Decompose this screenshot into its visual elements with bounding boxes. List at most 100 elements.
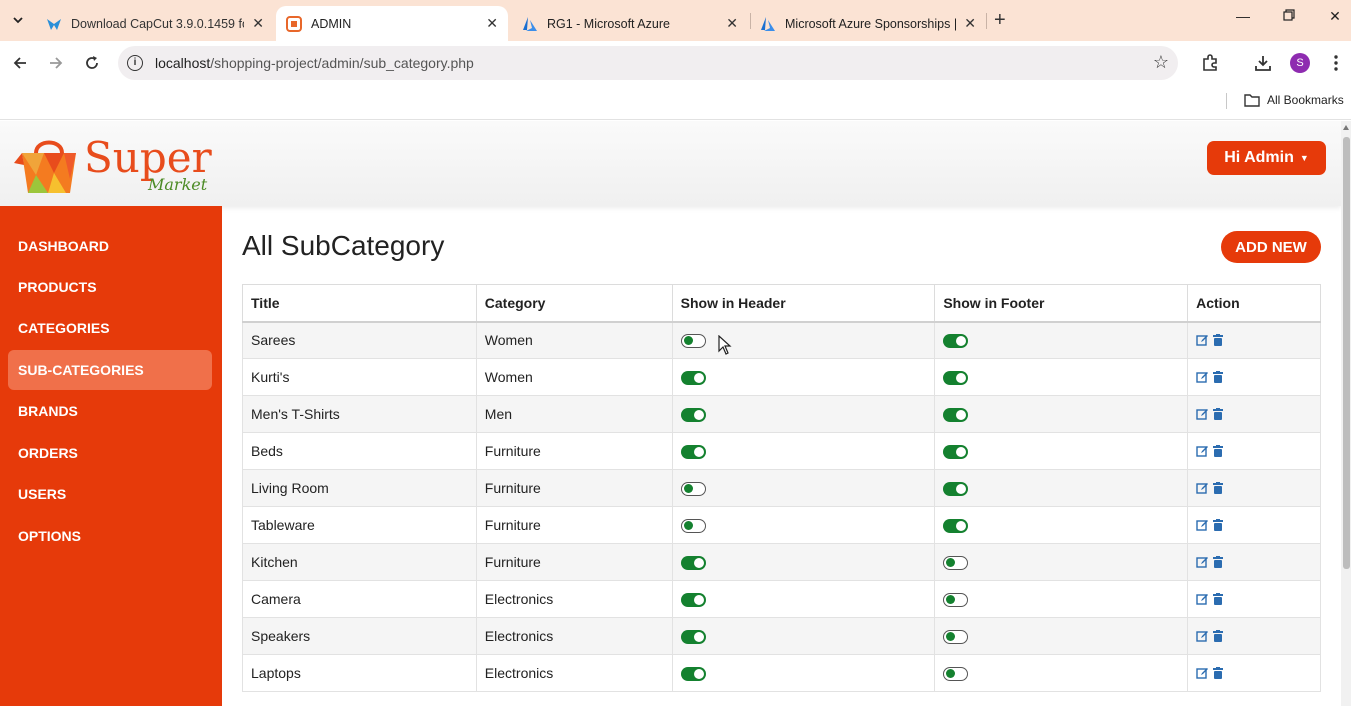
trash-icon[interactable] [1213,444,1224,460]
show-in-header-toggle[interactable] [680,667,706,682]
extensions-button[interactable] [1199,52,1221,74]
arrow-left-icon [13,57,26,69]
edit-icon[interactable] [1196,333,1209,349]
edit-icon[interactable] [1196,555,1209,571]
edit-icon[interactable] [1196,592,1209,608]
show-in-footer-toggle[interactable] [943,556,969,571]
close-icon[interactable]: ✕ [486,15,498,32]
tab-search-button[interactable] [6,9,30,31]
restore-button[interactable] [1274,8,1304,24]
scrollbar-thumb[interactable] [1343,137,1350,569]
puzzle-icon [1203,54,1217,71]
cell-show-in-header [671,617,936,655]
sidebar-item-products[interactable]: PRODUCTS [8,267,212,307]
edit-icon[interactable] [1196,629,1209,645]
tab-admin[interactable]: ADMIN ✕ [276,6,508,41]
site-info-icon[interactable]: i [127,55,143,71]
cell-action [1187,432,1321,470]
trash-icon[interactable] [1213,555,1224,571]
show-in-footer-toggle[interactable] [943,408,969,423]
cell-show-in-header [671,321,936,359]
show-in-footer-toggle[interactable] [943,482,969,497]
reload-icon [86,56,98,69]
bookmark-star-icon[interactable]: ☆ [1153,52,1169,73]
page-scrollbar[interactable] [1341,121,1351,706]
edit-icon[interactable] [1196,666,1209,682]
close-icon[interactable]: ✕ [964,15,976,32]
cell-show-in-footer [934,580,1189,618]
cell-title: Tableware [242,506,477,544]
sidebar-item-categories[interactable]: CATEGORIES [8,308,212,348]
reload-button[interactable] [81,52,103,74]
cell-title: Camera [242,580,477,618]
add-new-button[interactable]: ADD NEW [1221,231,1321,263]
profile-avatar[interactable]: S [1290,53,1310,73]
toggle-knob [946,558,956,568]
trash-icon[interactable] [1213,518,1224,534]
show-in-footer-toggle[interactable] [943,371,969,386]
cell-action [1187,654,1321,692]
show-in-header-toggle[interactable] [680,482,706,497]
close-icon[interactable]: ✕ [252,15,264,32]
show-in-footer-toggle[interactable] [943,334,969,349]
scroll-up-icon[interactable] [1343,125,1349,130]
edit-icon[interactable] [1196,481,1209,497]
new-tab-button[interactable]: + [994,10,1006,30]
sidebar-item-dashboard[interactable]: DASHBOARD [8,226,212,266]
trash-icon[interactable] [1213,629,1224,645]
url-text[interactable]: localhost/shopping-project/admin/sub_cat… [155,55,474,71]
browser-menu-button[interactable] [1325,52,1347,74]
cell-category: Electronics [475,580,673,618]
address-bar[interactable]: i localhost/shopping-project/admin/sub_c… [118,46,1178,80]
show-in-footer-toggle[interactable] [943,593,969,608]
cell-action [1187,506,1321,544]
toggle-knob [956,484,967,495]
site-logo[interactable]: Super Market [14,133,214,197]
show-in-header-toggle[interactable] [680,371,706,386]
tab-capcut[interactable]: Download CapCut 3.9.0.1459 fo ✕ [36,6,274,41]
tab-azure-sponsorships[interactable]: Microsoft Azure Sponsorships | ✕ [750,6,986,41]
show-in-header-toggle[interactable] [680,334,706,349]
edit-icon[interactable] [1196,407,1209,423]
minimize-button[interactable]: — [1228,8,1258,24]
show-in-footer-toggle[interactable] [943,630,969,645]
tab-azure-rg1[interactable]: RG1 - Microsoft Azure ✕ [512,6,748,41]
forward-button[interactable] [45,52,67,74]
show-in-header-toggle[interactable] [680,445,706,460]
arrow-right-icon [50,57,63,69]
close-icon[interactable]: ✕ [726,15,738,32]
back-button[interactable] [9,52,31,74]
show-in-header-toggle[interactable] [680,630,706,645]
show-in-header-toggle[interactable] [680,556,706,571]
sidebar-item-options[interactable]: OPTIONS [8,516,212,556]
toggle-knob [693,558,704,569]
cell-title: Laptops [242,654,477,692]
downloads-button[interactable] [1252,52,1274,74]
admin-menu-button[interactable]: Hi Admin ▼ [1207,141,1326,175]
cell-title: Men's T-Shirts [242,395,477,433]
sidebar-item-users[interactable]: USERS [8,474,212,514]
sidebar-item-orders[interactable]: ORDERS [8,433,212,473]
edit-icon[interactable] [1196,444,1209,460]
show-in-header-toggle[interactable] [680,408,706,423]
trash-icon[interactable] [1213,333,1224,349]
sidebar-item-sub-categories[interactable]: SUB-CATEGORIES [8,350,212,390]
trash-icon[interactable] [1213,666,1224,682]
edit-icon[interactable] [1196,370,1209,386]
trash-icon[interactable] [1213,407,1224,423]
show-in-footer-toggle[interactable] [943,667,969,682]
sidebar-item-label: USERS [18,486,67,502]
sidebar-item-brands[interactable]: BRANDS [8,391,212,431]
window-close-button[interactable]: ✕ [1320,8,1350,25]
trash-icon[interactable] [1213,592,1224,608]
show-in-header-toggle[interactable] [680,519,706,534]
all-bookmarks-button[interactable]: All Bookmarks [1244,93,1344,107]
trash-icon[interactable] [1213,370,1224,386]
edit-icon[interactable] [1196,518,1209,534]
show-in-header-toggle[interactable] [680,593,706,608]
cell-show-in-footer [934,395,1189,433]
trash-icon[interactable] [1213,481,1224,497]
show-in-footer-toggle[interactable] [943,519,969,534]
show-in-footer-toggle[interactable] [943,445,969,460]
subcategory-table: Title Category Show in Header Show in Fo… [242,284,1321,692]
